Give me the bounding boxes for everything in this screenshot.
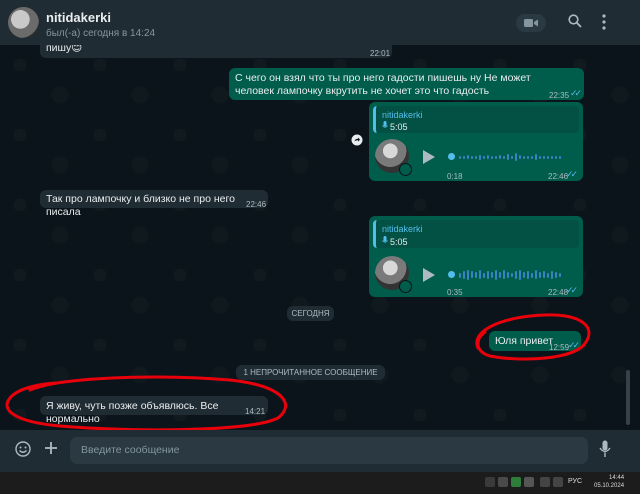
contact-name[interactable]: nitidakerki bbox=[46, 10, 111, 25]
message-time: 12:59 bbox=[549, 343, 570, 352]
voice-record-button[interactable] bbox=[599, 440, 611, 463]
os-taskbar: РУС 14:44 05.10.2024 bbox=[0, 472, 640, 494]
voice-waveform[interactable] bbox=[459, 152, 569, 162]
seek-handle[interactable] bbox=[448, 271, 455, 278]
message-incoming[interactable]: пишу😊 22:01 bbox=[40, 45, 392, 58]
message-outgoing[interactable]: С чего он взял что ты про него гадости п… bbox=[229, 68, 584, 100]
message-list[interactable]: пишу😊 22:01 С чего он взял что ты про не… bbox=[0, 45, 640, 430]
message-text: С чего он взял что ты про него гадости п… bbox=[235, 72, 531, 97]
forwarded-quote[interactable]: nitidakerki 5:05 bbox=[373, 220, 579, 248]
read-ticks-icon: ✓✓ bbox=[568, 340, 580, 350]
chat-header[interactable]: nitidakerki был(-а) сегодня в 14:24 bbox=[0, 0, 640, 45]
clock-date: 05.10.2024 bbox=[594, 483, 625, 489]
message-incoming[interactable]: Я живу, чуть позже объявлюсь. Все нормал… bbox=[40, 396, 268, 425]
forward-icon bbox=[351, 134, 363, 146]
tray-icon[interactable] bbox=[524, 477, 534, 487]
attach-button[interactable] bbox=[43, 440, 59, 461]
play-icon[interactable] bbox=[423, 268, 435, 282]
emoji-button[interactable] bbox=[15, 441, 31, 462]
message-time: 14:21 bbox=[245, 407, 266, 416]
microphone-icon bbox=[599, 440, 611, 457]
video-call-button[interactable] bbox=[516, 14, 546, 32]
mic-badge-icon bbox=[399, 163, 412, 176]
tray-icon[interactable] bbox=[511, 477, 521, 487]
message-incoming[interactable]: Так про лампочку и близко не про него пи… bbox=[40, 190, 268, 218]
menu-button[interactable] bbox=[601, 13, 607, 36]
message-time: 22:46 bbox=[246, 200, 267, 209]
play-icon[interactable] bbox=[423, 150, 435, 164]
tray-icon[interactable] bbox=[485, 477, 495, 487]
search-icon bbox=[568, 14, 582, 28]
forward-button[interactable] bbox=[351, 133, 363, 146]
tray-icon[interactable] bbox=[498, 477, 508, 487]
message-text: Я живу, чуть позже объявлюсь. Все нормал… bbox=[46, 400, 219, 425]
message-time: 22:01 bbox=[370, 49, 391, 58]
scrollbar[interactable] bbox=[626, 370, 630, 425]
voice-sender-name: nitidakerki bbox=[382, 224, 423, 234]
message-outgoing[interactable]: Юля привет 12:59 ✓✓ bbox=[489, 331, 581, 352]
date-divider: СЕГОДНЯ bbox=[287, 306, 334, 321]
message-text: Юля привет bbox=[495, 335, 554, 347]
contact-avatar[interactable] bbox=[8, 7, 39, 38]
keyboard-language[interactable]: РУС bbox=[568, 478, 582, 485]
message-time: 22:35 bbox=[549, 91, 570, 100]
mic-small-icon bbox=[382, 236, 388, 243]
clock-time: 14:44 bbox=[609, 475, 625, 481]
search-button[interactable] bbox=[568, 14, 582, 33]
mic-small-icon bbox=[382, 121, 388, 128]
read-ticks-icon: ✓✓ bbox=[566, 169, 578, 179]
voice-duration: 5:05 bbox=[390, 122, 408, 132]
contact-last-seen: был(-а) сегодня в 14:24 bbox=[46, 28, 156, 39]
unread-divider: 1 НЕПРОЧИТАННОЕ СООБЩЕНИЕ bbox=[236, 365, 385, 380]
plus-icon bbox=[45, 442, 57, 454]
read-ticks-icon: ✓✓ bbox=[566, 285, 578, 295]
voice-message[interactable]: nitidakerki 5:05 bbox=[369, 102, 583, 181]
message-text: пишу😊 bbox=[46, 45, 83, 54]
tray-icon[interactable] bbox=[553, 477, 563, 487]
voice-position: 0:35 bbox=[447, 288, 463, 297]
read-ticks-icon: ✓✓ bbox=[570, 88, 582, 98]
kebab-menu-icon bbox=[602, 14, 606, 30]
video-icon bbox=[524, 19, 538, 27]
forwarded-quote[interactable]: nitidakerki 5:05 bbox=[373, 106, 579, 133]
mic-badge-icon bbox=[399, 280, 412, 293]
voice-position: 0:18 bbox=[447, 172, 463, 181]
message-input[interactable] bbox=[70, 437, 588, 464]
emoji-icon bbox=[15, 441, 31, 457]
seek-handle[interactable] bbox=[448, 153, 455, 160]
message-text: Так про лампочку и близко не про него пи… bbox=[46, 193, 235, 218]
composer-bar[interactable] bbox=[0, 430, 640, 472]
voice-duration: 5:05 bbox=[390, 237, 408, 247]
voice-message[interactable]: nitidakerki 5:05 bbox=[369, 216, 583, 297]
tray-icon[interactable] bbox=[540, 477, 550, 487]
system-clock[interactable]: 14:44 05.10.2024 bbox=[594, 474, 624, 490]
voice-waveform[interactable] bbox=[459, 269, 569, 281]
